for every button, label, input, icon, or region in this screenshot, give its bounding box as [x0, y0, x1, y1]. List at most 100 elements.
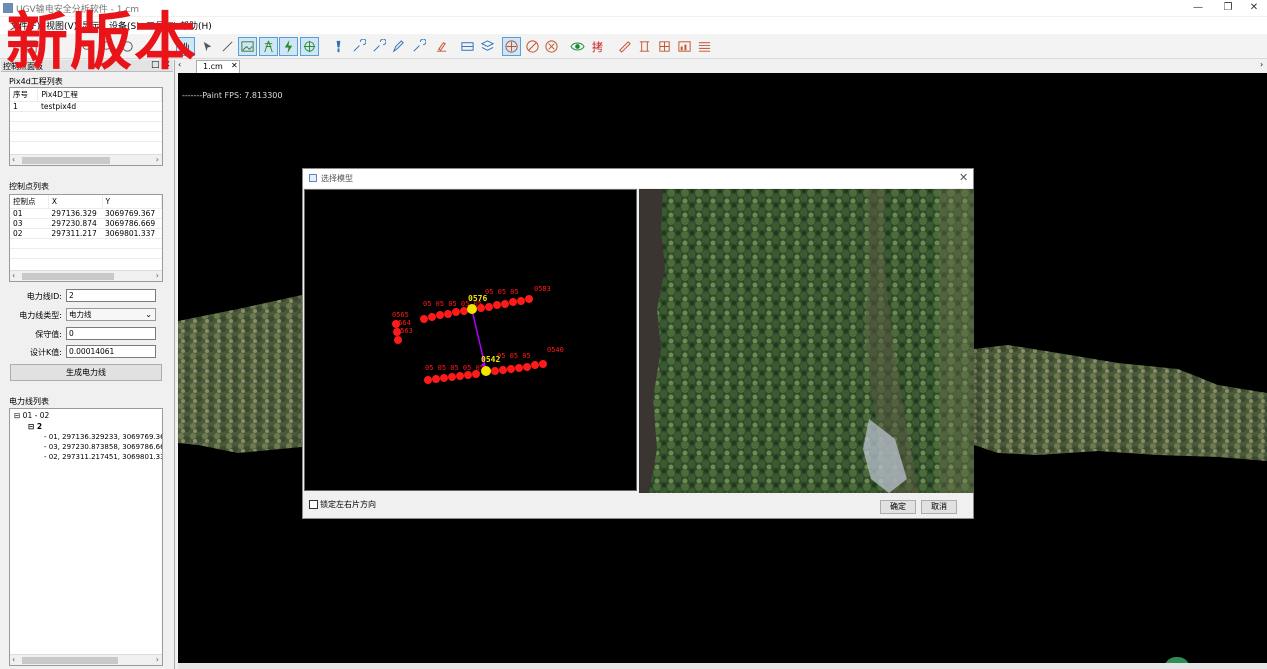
- k-value-label: 设计K值:: [30, 348, 62, 357]
- table-row[interactable]: 03 297230.874 3069786.669: [10, 218, 162, 229]
- upper-end-label: 0583: [534, 285, 551, 293]
- target-icon[interactable]: [300, 37, 319, 56]
- cancel-button[interactable]: 取消: [921, 500, 957, 514]
- tree-node-label: 2: [36, 422, 43, 431]
- close-icon[interactable]: ✕: [959, 171, 968, 184]
- crosshair-icon[interactable]: [502, 37, 521, 56]
- table-cell: 02: [10, 228, 49, 239]
- tree-leaf[interactable]: - 03, 297230.873858, 3069786.669: [44, 443, 163, 451]
- measure-icon[interactable]: [218, 37, 237, 56]
- table-row[interactable]: 01 297136.329 3069769.367: [10, 208, 162, 219]
- chevron-down-icon: ⌄: [145, 310, 152, 319]
- tree-node-label: 01 - 02: [22, 411, 50, 420]
- table-cell: 3069786.669: [102, 218, 162, 229]
- minimize-icon[interactable]: —: [1184, 0, 1212, 16]
- table-icon[interactable]: [655, 37, 674, 56]
- viewport-scrollbar[interactable]: [178, 663, 1267, 669]
- report-icon[interactable]: [635, 37, 654, 56]
- horizontal-scrollbar[interactable]: ‹ ›: [10, 270, 162, 281]
- lower-end-label: 0540: [547, 346, 564, 354]
- point-selection-canvas[interactable]: 05 05 05 05 05 05 05 05 05 05 05 05 05 0…: [304, 189, 637, 491]
- chart-icon[interactable]: [675, 37, 694, 56]
- column-header[interactable]: X: [48, 195, 103, 209]
- table-cell: 03: [10, 218, 49, 229]
- svg-text:拷: 拷: [592, 40, 603, 54]
- analysis-tool-icon[interactable]: [409, 37, 428, 56]
- image-icon[interactable]: [238, 37, 257, 56]
- column-header[interactable]: 序号: [10, 88, 39, 102]
- column-header[interactable]: 控制点: [10, 195, 49, 209]
- analysis-icon[interactable]: 拷: [588, 37, 607, 56]
- control-point-list[interactable]: 控制点 X Y 01 297136.329 3069769.367 03 297230…: [9, 194, 163, 282]
- hammer-icon[interactable]: [432, 37, 451, 56]
- table-cell: 01: [10, 208, 49, 219]
- dialog-app-icon: [309, 174, 317, 182]
- table-row[interactable]: 02 297311.217 3069801.337: [10, 228, 162, 239]
- select-model-dialog: 选择模型 ✕ 05 05 05 05 05 05 05 05 05 05 05 …: [302, 168, 974, 519]
- ok-button[interactable]: 确定: [880, 500, 916, 514]
- stack-icon[interactable]: [478, 37, 497, 56]
- horizontal-scrollbar[interactable]: ‹ ›: [10, 154, 162, 165]
- tab-close-icon[interactable]: ✕: [231, 61, 238, 70]
- svg-text:05 05 05: 05 05 05: [497, 352, 531, 360]
- column-header[interactable]: Pix4D工程: [37, 88, 162, 102]
- brush-icon[interactable]: [329, 37, 348, 56]
- table-cell: 297136.329: [48, 208, 103, 219]
- line-id-label: 电力线ID:: [26, 292, 62, 301]
- list-icon[interactable]: [695, 37, 714, 56]
- line-type-label: 电力线类型:: [19, 311, 62, 320]
- tree-leaf-label: 02, 297311.217451, 3069801.337: [48, 453, 163, 461]
- close-icon[interactable]: ✕: [1240, 0, 1267, 16]
- line-id-input[interactable]: 2: [66, 289, 156, 302]
- tree-node-root[interactable]: ⊟ 01 - 02: [14, 411, 49, 420]
- tab-document[interactable]: 1.cm ✕: [196, 60, 240, 73]
- table-cell: 1: [10, 101, 38, 112]
- layer-icon[interactable]: [458, 37, 477, 56]
- restore-icon[interactable]: ❐: [1214, 0, 1242, 16]
- horizontal-scrollbar[interactable]: ‹ ›: [10, 654, 162, 665]
- svg-text:05 05 05 05 05: 05 05 05 05 05: [425, 364, 484, 372]
- lock-direction-label: 锁定左右片方向: [320, 500, 376, 509]
- upper-selected-point[interactable]: [467, 304, 477, 314]
- tab-scroll-right-icon[interactable]: ›: [1260, 60, 1263, 69]
- line-type-select[interactable]: 电力线 ⌄: [66, 308, 156, 321]
- table-cell: 3069769.367: [102, 208, 162, 219]
- wrench-alt-icon[interactable]: [369, 37, 388, 56]
- lightning-icon[interactable]: [279, 37, 298, 56]
- ruler-icon[interactable]: [615, 37, 634, 56]
- cancel-circle-icon[interactable]: [542, 37, 561, 56]
- lock-direction-checkbox[interactable]: [309, 500, 318, 509]
- table-row[interactable]: 1 testpix4d: [10, 101, 162, 112]
- control-point-section-label: 控制点列表: [9, 182, 49, 191]
- pix4d-project-list[interactable]: 序号 Pix4D工程 1 testpix4d ‹ ›: [9, 87, 163, 166]
- dialog-title-bar: 选择模型 ✕: [303, 169, 973, 188]
- document-tab-strip: ‹ 1.cm ✕ ›: [176, 60, 1267, 73]
- watermark: 新版本: [6, 5, 199, 78]
- select-icon[interactable]: [198, 37, 217, 56]
- tree-leaf[interactable]: - 02, 297311.217451, 3069801.337: [44, 453, 163, 461]
- safety-value-input[interactable]: 0: [66, 327, 156, 340]
- table-cell: 297230.874: [48, 218, 103, 229]
- lower-highlight-label: 0542: [481, 355, 500, 364]
- wrench-icon[interactable]: [349, 37, 368, 56]
- point-label: 0564: [394, 319, 411, 327]
- edit-icon[interactable]: [389, 37, 408, 56]
- aerial-photo-view[interactable]: [639, 189, 974, 493]
- point-label: 0563: [396, 327, 413, 335]
- eye-icon[interactable]: [568, 37, 587, 56]
- table-cell: testpix4d: [37, 101, 162, 112]
- tower-icon[interactable]: [259, 37, 278, 56]
- tree-leaf-label: 01, 297136.329233, 3069769.366: [48, 433, 163, 441]
- lower-selected-point[interactable]: [481, 366, 491, 376]
- table-cell: 297311.217: [48, 228, 103, 239]
- tree-node-line[interactable]: ⊟ 2: [28, 422, 42, 431]
- power-line-tree[interactable]: ⊟ 01 - 02 ⊟ 2 - 01, 297136.329233, 30697…: [9, 408, 163, 666]
- dialog-title: 选择模型: [321, 174, 353, 183]
- column-header[interactable]: Y: [102, 195, 162, 209]
- tree-leaf-label: 03, 297230.873858, 3069786.669: [48, 443, 163, 451]
- circle-slash-icon[interactable]: [523, 37, 542, 56]
- point-label: 0565: [392, 311, 409, 319]
- k-value-input[interactable]: 0.00014061: [66, 345, 156, 358]
- tree-leaf[interactable]: - 01, 297136.329233, 3069769.366: [44, 433, 163, 441]
- generate-line-button[interactable]: 生成电力线: [10, 364, 162, 381]
